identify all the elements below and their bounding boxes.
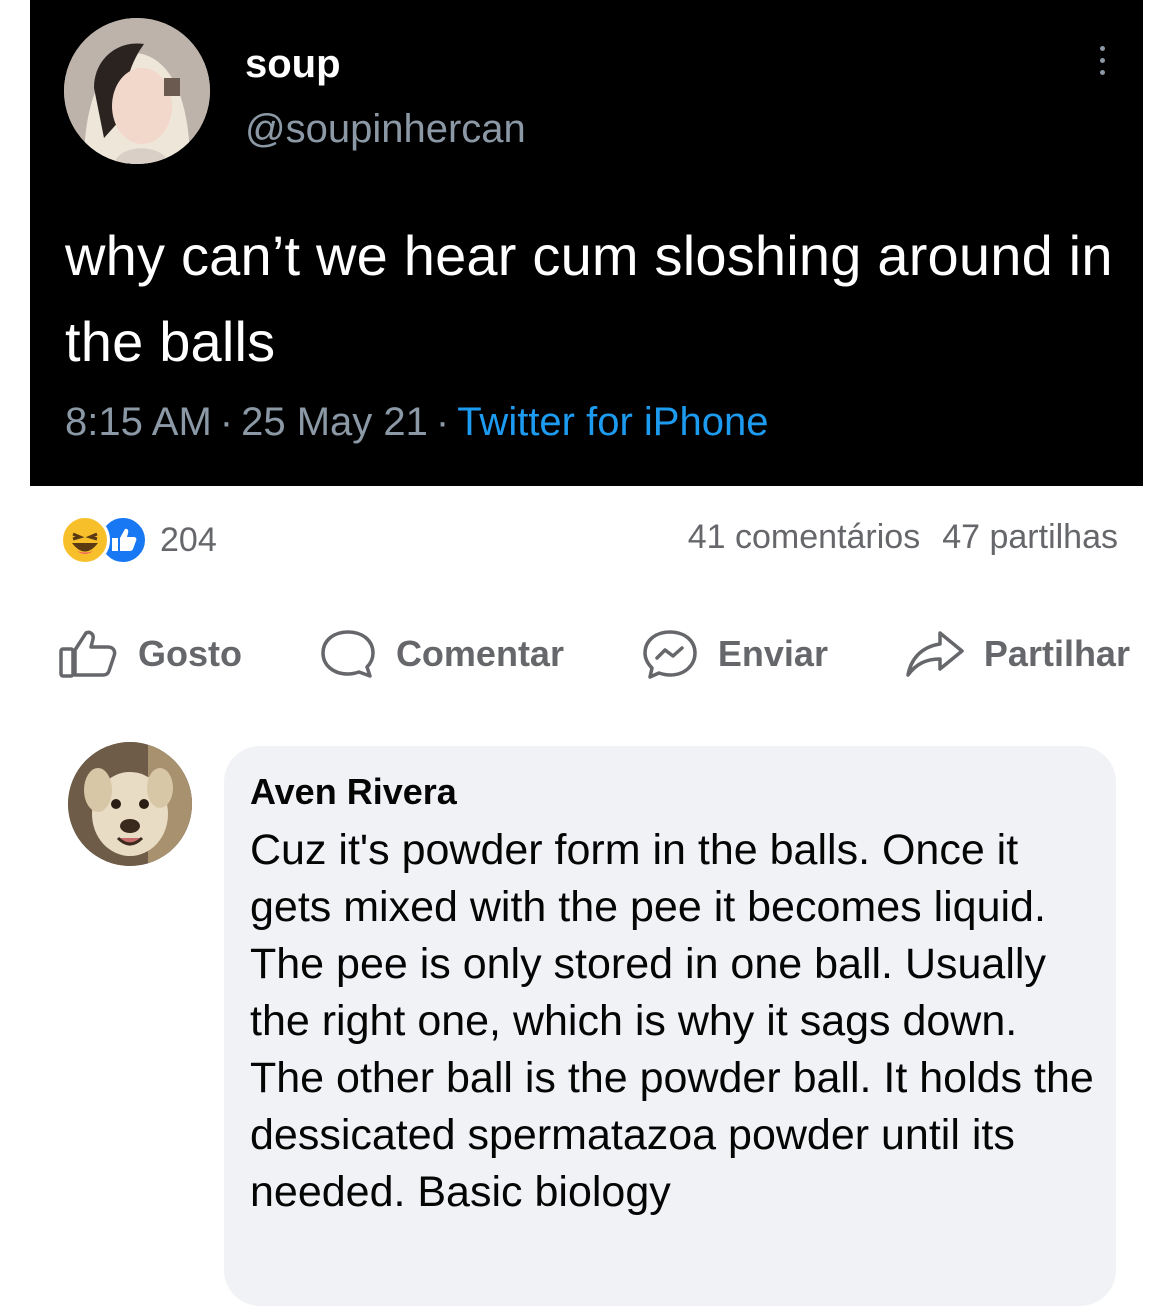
post-stats: 41 comentários 47 partilhas <box>688 518 1118 557</box>
comment-author-name[interactable]: Aven Rivera <box>250 770 457 814</box>
more-options-icon[interactable] <box>1096 46 1108 86</box>
post-action-bar: Gosto Comentar Enviar Partilhar <box>58 622 1130 686</box>
reactions-summary[interactable]: 204 <box>60 514 217 566</box>
thumbs-up-icon <box>59 630 117 678</box>
tweet-date: 25 May 21 <box>241 400 428 444</box>
tweet-meta: 8:15 AM · 25 May 21 · Twitter for iPhone <box>65 396 768 448</box>
tweet-display-name[interactable]: soup <box>245 40 341 88</box>
share-button[interactable]: Partilhar <box>904 629 1130 679</box>
tweet-source-link[interactable]: Twitter for iPhone <box>457 400 768 444</box>
meta-separator: · <box>435 400 450 444</box>
reaction-count: 204 <box>160 520 217 559</box>
comment-bubble-icon <box>321 630 375 678</box>
send-button-label: Enviar <box>717 633 828 674</box>
comment-bubble: Aven Rivera Cuz it's powder form in the … <box>224 746 1116 1306</box>
messenger-icon <box>643 630 697 679</box>
send-button[interactable]: Enviar <box>640 628 828 680</box>
tweet-card: soup @soupinhercan why can’t we hear cum… <box>30 0 1143 486</box>
tweet-handle[interactable]: @soupinhercan <box>245 105 526 153</box>
comment-button-label: Comentar <box>395 633 564 674</box>
shares-count-link[interactable]: 47 partilhas <box>942 518 1118 556</box>
tweet-text: why can’t we hear cum sloshing around in… <box>65 224 1113 373</box>
haha-reaction-icon <box>60 515 110 565</box>
tweet-author-avatar[interactable] <box>64 18 210 164</box>
share-button-label: Partilhar <box>983 633 1130 674</box>
like-button-label: Gosto <box>138 633 242 674</box>
like-button[interactable]: Gosto <box>58 629 242 679</box>
tweet-time: 8:15 AM <box>65 400 212 444</box>
comment-text: Cuz it's powder form in the balls. Once … <box>250 826 1094 1216</box>
comment-button[interactable]: Comentar <box>318 628 564 680</box>
commenter-avatar[interactable] <box>68 742 192 866</box>
share-arrow-icon <box>906 631 964 677</box>
meta-separator: · <box>219 400 234 444</box>
comments-count-link[interactable]: 41 comentários <box>688 518 920 556</box>
